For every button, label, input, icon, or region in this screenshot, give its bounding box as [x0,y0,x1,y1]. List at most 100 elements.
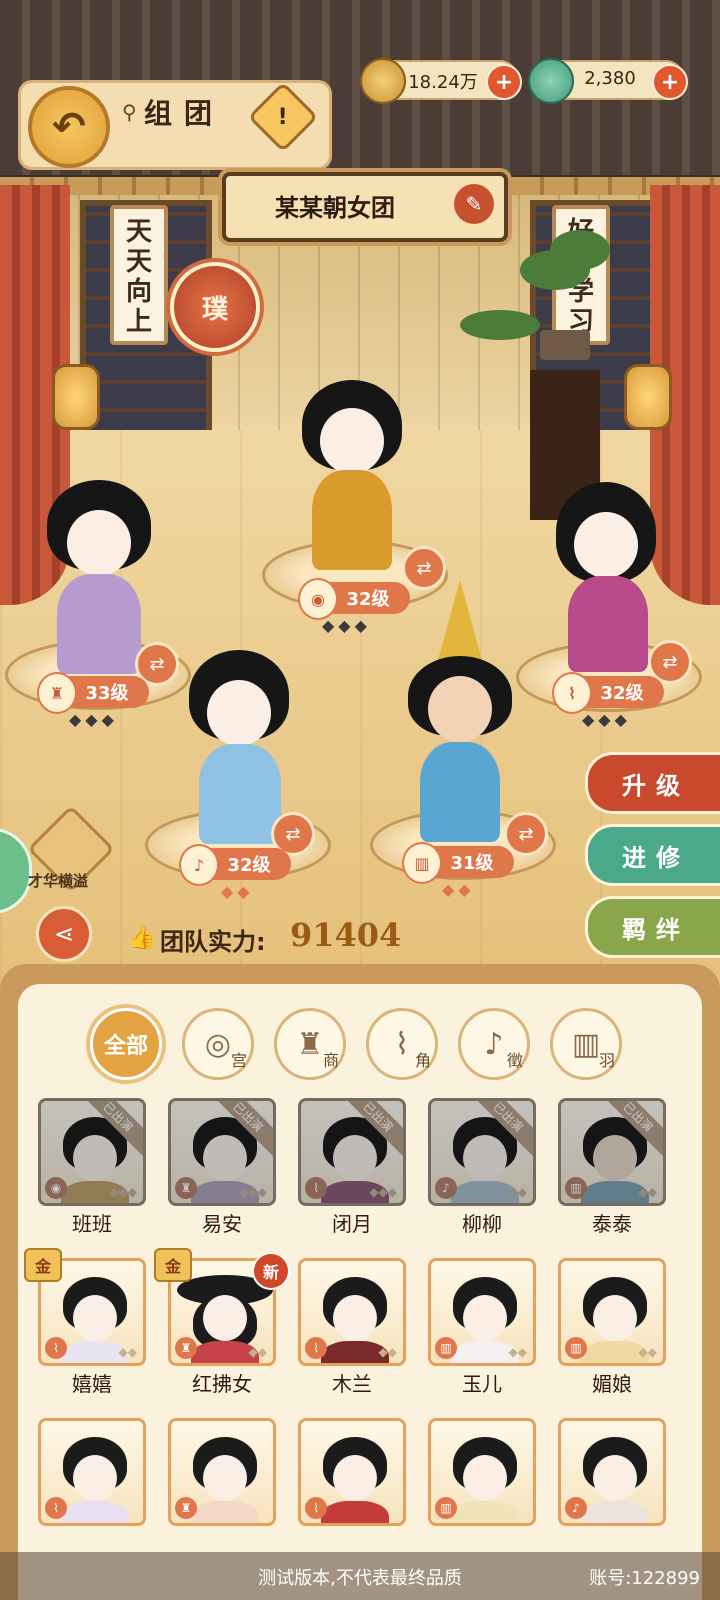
filter-shang[interactable]: ♜ 商 [274,1008,346,1080]
pipa-icon: ♪ [179,844,219,886]
roster-card[interactable]: ⌇ [298,1418,406,1526]
jade-icon [528,58,574,104]
share-button[interactable]: ⋖ [36,906,92,962]
member-stars: ◆◆ [221,882,254,901]
gold-rarity-badge: 金 [154,1248,192,1282]
bell-icon: ♜ [175,1177,197,1199]
flute-icon: ⌇ [45,1497,67,1519]
account-id: 账号:122899 [589,1568,700,1589]
team-rank-badge: 璞 [170,262,260,352]
roster-name: 媚娘 [592,1372,632,1396]
drum-icon: ◉ [298,578,338,620]
roster-name: 泰泰 [592,1212,632,1236]
skill-label: 才华横溢 [28,872,89,890]
roster-name: 柳柳 [462,1212,502,1236]
flute-icon: ⌇ [552,672,592,714]
roster-card[interactable]: 已出演 ⌇ ◆◆◆ [298,1098,406,1206]
member-level: ⌇ 32级 [552,672,664,714]
bonsai-decoration [460,230,610,520]
thumbs-up-icon: 👍 [128,926,156,951]
zither-icon: ▥ [402,842,442,884]
flute-icon: ⌇ [305,1337,327,1359]
member-stars: ◆◆◆ [69,710,118,729]
zither-icon: ▥ [565,1337,587,1359]
zither-icon: ▥ [435,1497,457,1519]
roster-card[interactable]: 已出演 ◉ ◆◆◆ [38,1098,146,1206]
member-stars: ◆◆ [442,880,475,899]
pipa-icon: ♪ [565,1497,587,1519]
roster-name: 闭月 [332,1212,372,1236]
filter-gong[interactable]: ◎ 宫 [182,1008,254,1080]
coins-value: 18.24万 [408,72,478,93]
roster-name: 易安 [202,1212,242,1236]
zither-icon: ▥ [565,1177,587,1199]
flute-icon: ⌇ [394,1026,410,1062]
gold-rarity-badge: 金 [24,1248,62,1282]
roster-card[interactable]: ♜ [168,1418,276,1526]
currency-coins: 18.24万 + [360,58,522,104]
flute-icon: ⌇ [305,1177,327,1199]
back-button[interactable]: ↶ [28,86,110,168]
exclamation-icon: ! [277,104,289,130]
bell-icon: ♜ [296,1026,324,1062]
lantern-right [624,364,672,430]
add-coins-button[interactable]: + [486,64,522,100]
location-pin-icon: ⚲ [122,100,137,124]
member-level: ♜ 33级 [37,672,149,714]
swap-member-icon[interactable]: ⇄ [504,812,548,856]
roster-name: 红拂女 [192,1372,252,1396]
zither-icon: ▥ [571,1026,601,1062]
roster-card[interactable]: ⌇ ◆◆ [298,1258,406,1366]
currency-jade: 2,380 + [528,58,688,104]
filter-yu[interactable]: ▥ 羽 [550,1008,622,1080]
back-arrow-icon: ↶ [52,104,86,150]
bell-icon: ♜ [175,1497,197,1519]
roster-name: 嬉嬉 [72,1372,112,1396]
roster-card[interactable]: ▥ ◆◆ [558,1258,666,1366]
lantern-left [52,364,100,430]
roster-name: 木兰 [332,1372,372,1396]
filter-all[interactable]: 全部 [90,1008,162,1080]
page-title: 组团 [144,97,225,130]
new-badge: 新 [252,1252,290,1290]
roster-name: 玉儿 [462,1372,502,1396]
member-level: ▥ 31级 [402,842,514,884]
flute-icon: ⌇ [305,1497,327,1519]
member-stars: ◆◆◆ [582,710,631,729]
add-jade-button[interactable]: + [652,64,688,100]
member-stars: ◆◆◆ [322,616,371,635]
roster-card[interactable]: ⌇ [38,1418,146,1526]
share-icon: ⋖ [53,920,75,948]
member-level: ◉ 32级 [298,578,410,620]
upgrade-button[interactable]: 升级 [585,752,720,814]
train-button[interactable]: 进修 [585,824,720,886]
bell-icon: ♜ [37,672,77,714]
drum-icon: ◎ [204,1026,232,1062]
roster-card[interactable]: ▥ ◆◆ [428,1258,536,1366]
team-power-label: 团队实力: [160,928,266,956]
member-level: ♪ 32级 [179,844,291,886]
pipa-icon: ♪ [435,1177,457,1199]
flute-icon: ⌇ [45,1337,67,1359]
coin-icon [360,58,406,104]
team-name: 某某朝女团 [275,194,395,222]
edit-team-name-button[interactable]: ✎ [454,184,494,224]
swap-member-icon[interactable]: ⇄ [402,546,446,590]
pipa-icon: ♪ [484,1026,504,1062]
roster-card[interactable]: ♪ [558,1418,666,1526]
filter-zhi[interactable]: ♪ 徵 [458,1008,530,1080]
bell-icon: ♜ [175,1337,197,1359]
roster-card[interactable]: ▥ [428,1418,536,1526]
roster-card[interactable]: 已出演 ♪ ◆◆ [428,1098,536,1206]
roster-name: 班班 [72,1212,112,1236]
team-power-value: 91404 [290,916,402,954]
brush-icon: ✎ [465,192,483,216]
roster-card[interactable]: 已出演 ♜ ◆◆◆ [168,1098,276,1206]
bond-button[interactable]: 羁绊 [585,896,720,958]
roster-card[interactable]: 已出演 ▥ ◆◆ [558,1098,666,1206]
jade-value: 2,380 [584,68,636,89]
team-name-plaque: 某某朝女团 ✎ [222,172,508,242]
scroll-left: 天天向上 [110,205,168,345]
filter-jue[interactable]: ⌇ 角 [366,1008,438,1080]
drum-icon: ◉ [45,1177,67,1199]
